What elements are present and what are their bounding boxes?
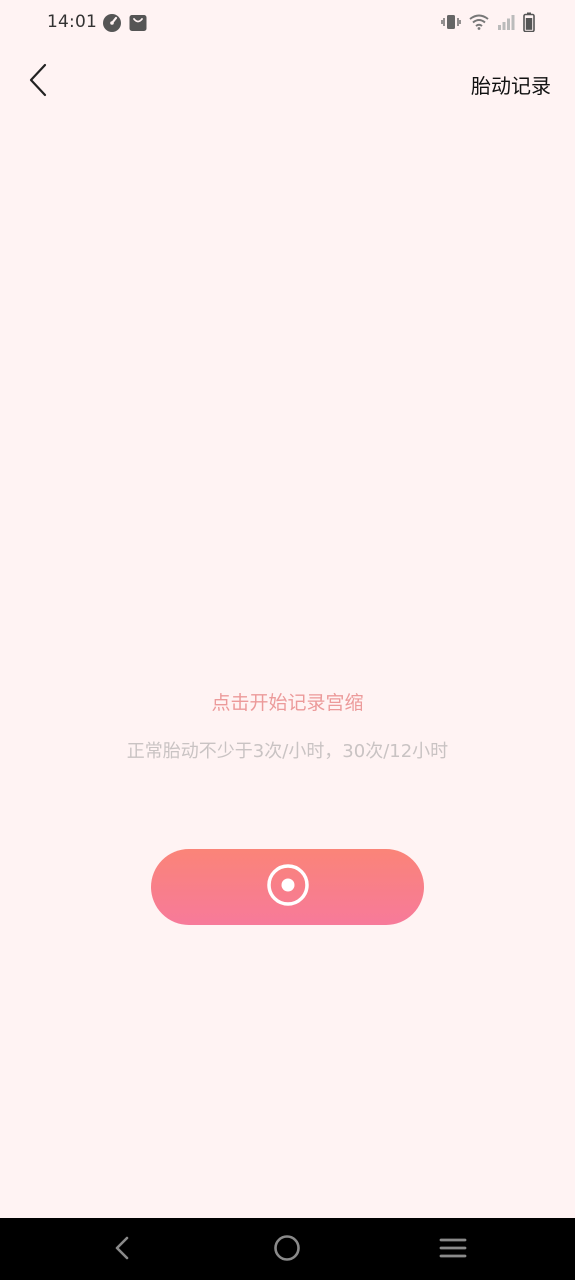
shopping-bag-icon bbox=[128, 13, 148, 33]
back-triangle-icon bbox=[113, 1235, 131, 1265]
chevron-left-icon bbox=[28, 63, 48, 101]
hint-title: 点击开始记录宫缩 bbox=[211, 692, 364, 714]
app-bar: 胎动记录 bbox=[0, 48, 575, 118]
home-circle-icon bbox=[273, 1234, 301, 1266]
status-icons bbox=[441, 12, 535, 36]
nav-home-button[interactable] bbox=[269, 1232, 305, 1268]
hint-subtitle: 正常胎动不少于3次/小时，30次/12小时 bbox=[126, 741, 449, 762]
battery-icon bbox=[523, 12, 535, 36]
menu-icon bbox=[439, 1236, 467, 1264]
back-button[interactable] bbox=[18, 60, 58, 104]
system-nav-bar bbox=[0, 1218, 575, 1280]
nav-back-button[interactable] bbox=[104, 1232, 140, 1268]
fetal-movement-record-link[interactable]: 胎动记录 bbox=[471, 70, 551, 99]
signal-icon bbox=[497, 14, 515, 34]
status-bar: 14:01 bbox=[0, 0, 575, 48]
vibrate-icon bbox=[441, 13, 461, 35]
status-time: 14:01 bbox=[47, 12, 97, 32]
wifi-icon bbox=[469, 14, 489, 34]
speedometer-icon bbox=[102, 13, 122, 33]
nav-menu-button[interactable] bbox=[435, 1232, 471, 1268]
record-circle-icon bbox=[266, 863, 310, 911]
start-record-button[interactable] bbox=[151, 849, 424, 925]
